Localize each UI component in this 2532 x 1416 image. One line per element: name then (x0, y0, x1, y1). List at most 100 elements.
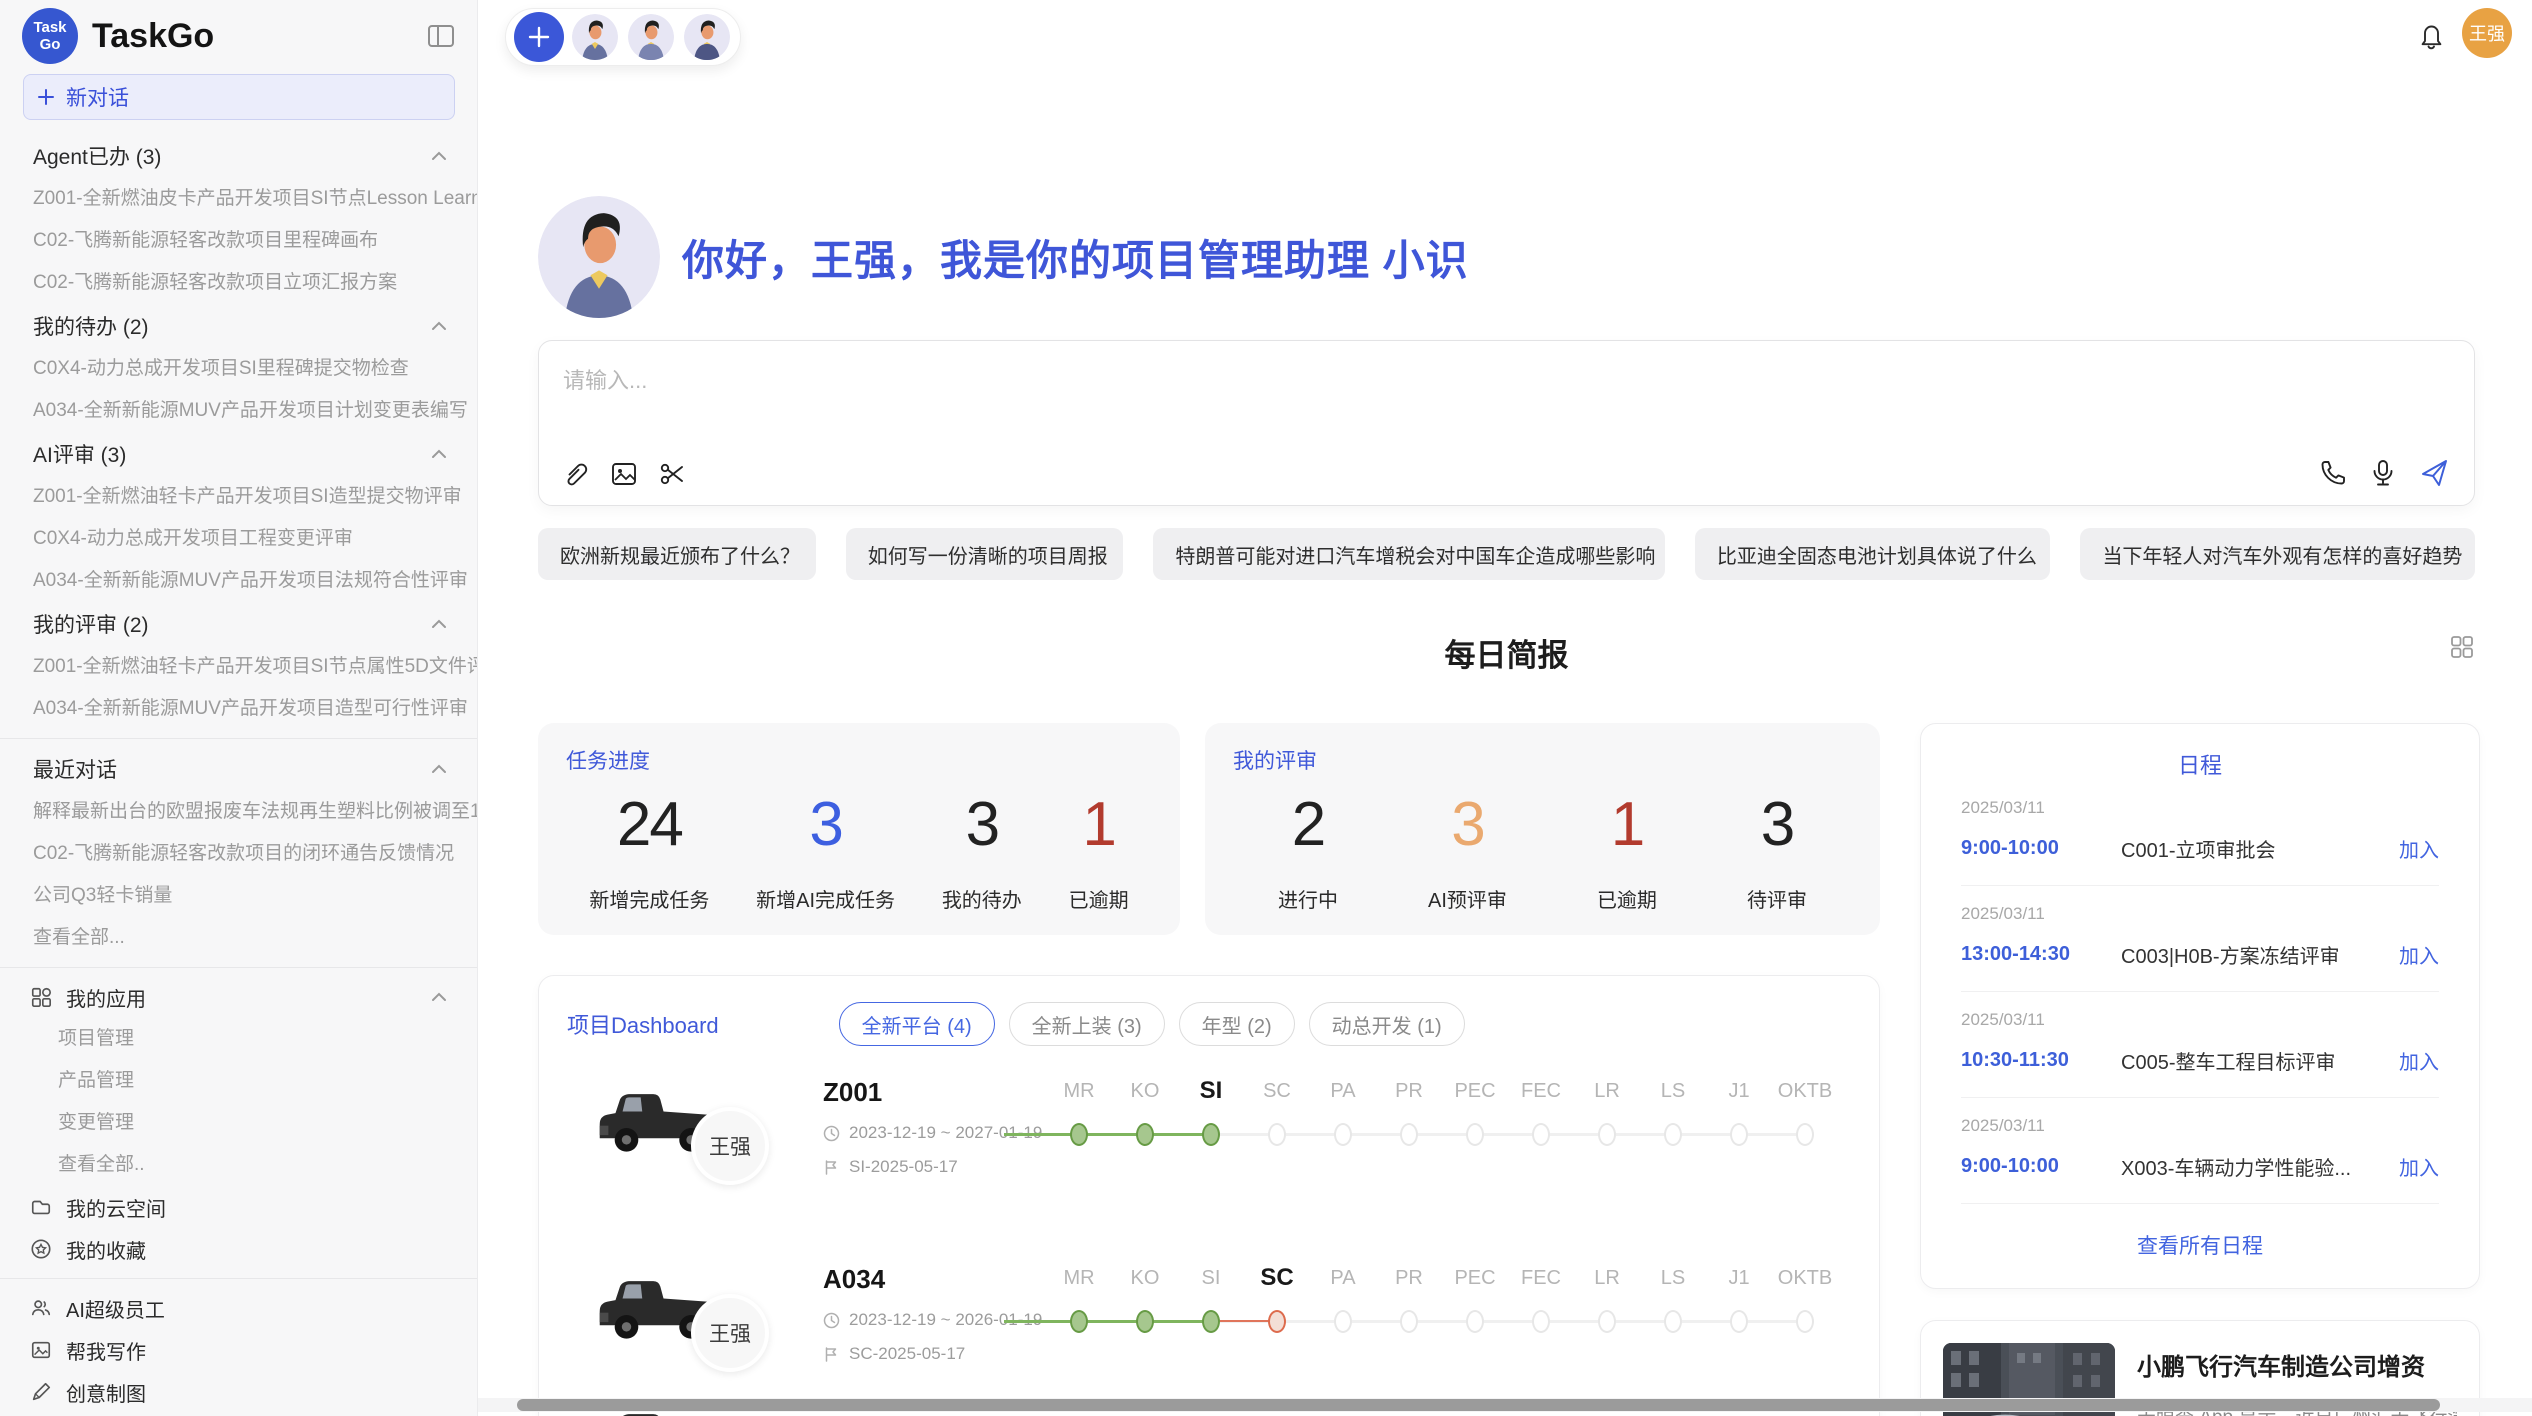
chevron-up-icon (431, 619, 447, 629)
recent-view-all[interactable]: 查看全部... (0, 917, 477, 959)
composer-tools-right (2318, 457, 2450, 489)
insert-image-button[interactable] (609, 459, 639, 489)
screenshot-button[interactable] (657, 459, 687, 489)
dashboard-tabs: 全新平台 (4) 全新上装 (3) 年型 (2) 动总开发 (1) (839, 1002, 1465, 1046)
chevron-up-icon (431, 151, 447, 161)
sidebar-section-my-todo[interactable]: 我的待办 (2) (0, 304, 477, 348)
chat-input[interactable] (563, 359, 2443, 403)
sidebar-help-me-write[interactable]: 帮我写作 (0, 1329, 477, 1371)
schedule-time: 13:00-14:30 (1961, 943, 2121, 966)
microphone-icon (2368, 458, 2398, 488)
stat-pending-review: 3 待评审 (1747, 789, 1807, 913)
sidebar-item[interactable]: A034-全新新能源MUV产品开发项目造型可行性评审 (0, 688, 477, 730)
notification-bell-button[interactable] (2416, 20, 2446, 52)
add-session-button[interactable] (514, 12, 564, 62)
sidebar-item[interactable]: A034-全新新能源MUV产品开发项目计划变更表编写 (0, 390, 477, 432)
new-chat-button[interactable]: 新对话 (23, 74, 455, 120)
schedule-date: 2025/03/11 (1961, 1010, 2439, 1030)
project-dashboard-card: 项目Dashboard 全新平台 (4) 全新上装 (3) 年型 (2) 动总开… (538, 975, 1880, 1416)
suggestion-chip[interactable]: 欧洲新规最近颁布了什么？ (538, 528, 816, 580)
cloud-drive-icon (30, 1196, 52, 1218)
image-doc-icon (30, 1339, 52, 1361)
sidebar-collapse-button[interactable] (427, 23, 455, 49)
tab-powertrain[interactable]: 动总开发 (1) (1309, 1002, 1465, 1046)
recent-chat-item[interactable]: C02-飞腾新能源轻客改款项目的闭环通告反馈情况 (0, 833, 477, 875)
sidebar-section-recent-chats[interactable]: 最近对话 (0, 747, 477, 791)
sidebar-ai-super-staff[interactable]: AI超级员工 (0, 1287, 477, 1329)
chat-composer (538, 340, 2475, 506)
stat-my-todo: 3 我的待办 (942, 789, 1022, 913)
app-item-product-mgmt[interactable]: 产品管理 (0, 1060, 477, 1102)
send-button[interactable] (2418, 457, 2450, 489)
tab-new-body[interactable]: 全新上装 (3) (1009, 1002, 1165, 1046)
tab-new-platform[interactable]: 全新平台 (4) (839, 1002, 995, 1046)
briefing-layout-button[interactable] (2449, 634, 2475, 660)
tab-model-year[interactable]: 年型 (2) (1179, 1002, 1295, 1046)
sidebar-my-cloud[interactable]: 我的云空间 (0, 1186, 477, 1228)
sidebar-header: Task Go TaskGo (0, 0, 477, 72)
clock-icon (823, 1312, 840, 1329)
suggestion-chip[interactable]: 比亚迪全固态电池计划具体说了什么 (1695, 528, 2051, 580)
flag-icon (823, 1159, 840, 1176)
session-avatar-3[interactable] (682, 12, 732, 62)
project-milestone-flag: SC-2025-05-17 (823, 1344, 965, 1364)
sidebar-item[interactable]: C0X4-动力总成开发项目工程变更评审 (0, 518, 477, 560)
user-avatar[interactable]: 王强 (2462, 8, 2512, 58)
people-icon (30, 1297, 52, 1319)
project-row-z001[interactable]: 王强 Z001 2023-12-19 ~ 2027-01-19 SI-2025-… (539, 1061, 1881, 1251)
project-milestone-flag: SI-2025-05-17 (823, 1157, 958, 1177)
task-progress-card: 任务进度 24 新增完成任务 3 新增AI完成任务 3 我的待办 1 已逾期 (538, 723, 1180, 935)
sidebar-my-apps[interactable]: 我的应用 (0, 976, 477, 1018)
assistant-avatar (538, 196, 660, 318)
milestone-dot (1466, 1310, 1484, 1333)
schedule-item: 2025/03/11 13:00-14:30 C003|H0B-方案冻结评审 加… (1961, 886, 2439, 992)
sidebar-item[interactable]: A034-全新新能源MUV产品开发项目法规符合性评审 (0, 560, 477, 602)
join-meeting-link[interactable]: 加入 (2399, 1046, 2439, 1075)
milestone-dot (1532, 1123, 1550, 1146)
news-title: 小鹏飞行汽车制造公司增资 (2137, 1347, 2457, 1382)
join-meeting-link[interactable]: 加入 (2399, 1152, 2439, 1181)
recent-chat-item[interactable]: 解释最新出台的欧盟报废车法规再生塑料比例被调至15%... (0, 791, 477, 833)
milestone-dot-overdue (1268, 1310, 1286, 1333)
session-avatar-1[interactable] (570, 12, 620, 62)
sidebar-section-ai-review[interactable]: AI评审 (3) (0, 432, 477, 476)
suggestion-chip[interactable]: 如何写一份清晰的项目周报 (846, 528, 1124, 580)
sidebar-item[interactable]: C0X4-动力总成开发项目SI里程碑提交物检查 (0, 348, 477, 390)
view-all-schedule-link[interactable]: 查看所有日程 (1961, 1230, 2439, 1260)
voice-call-button[interactable] (2318, 458, 2348, 488)
scrollbar-thumb[interactable] (517, 1399, 2440, 1411)
panel-collapse-icon (427, 23, 455, 49)
horizontal-scrollbar (478, 1398, 2532, 1412)
apps-grid-icon (30, 986, 52, 1008)
project-owner-badge: 王强 (691, 1294, 769, 1372)
sidebar-item[interactable]: Z001-全新燃油皮卡产品开发项目SI节点Lesson Learn报告 (0, 178, 477, 220)
sidebar-item[interactable]: C02-飞腾新能源轻客改款项目立项汇报方案 (0, 262, 477, 304)
schedule-item: 2025/03/11 9:00-10:00 X003-车辆动力学性能验... 加… (1961, 1098, 2439, 1204)
project-code: Z001 (823, 1077, 882, 1108)
microphone-button[interactable] (2368, 458, 2398, 488)
sidebar: Task Go TaskGo 新对话 Agent已办 (3) Z001-全新燃油… (0, 0, 478, 1416)
sidebar-item[interactable]: Z001-全新燃油轻卡产品开发项目SI节点属性5D文件评审 (0, 646, 477, 688)
schedule-title: 日程 (1961, 748, 2439, 780)
sidebar-creative-drawing[interactable]: 创意制图 (0, 1371, 477, 1413)
join-meeting-link[interactable]: 加入 (2399, 834, 2439, 863)
sidebar-item[interactable]: C02-飞腾新能源轻客改款项目里程碑画布 (0, 220, 477, 262)
recent-chat-item[interactable]: 公司Q3轻卡销量 (0, 875, 477, 917)
suggestion-chip[interactable]: 当下年轻人对汽车外观有怎样的喜好趋势 (2080, 528, 2475, 580)
divider (0, 1278, 477, 1279)
sidebar-section-agent-done[interactable]: Agent已办 (3) (0, 134, 477, 178)
session-avatar-2[interactable] (626, 12, 676, 62)
sidebar-my-favorites[interactable]: 我的收藏 (0, 1228, 477, 1270)
milestone-dot-done (1070, 1123, 1088, 1146)
join-meeting-link[interactable]: 加入 (2399, 940, 2439, 969)
milestone-dot (1730, 1310, 1748, 1333)
apps-view-all[interactable]: 查看全部.. (0, 1144, 477, 1186)
send-icon (2418, 457, 2450, 489)
app-item-project-mgmt[interactable]: 项目管理 (0, 1018, 477, 1060)
sidebar-item[interactable]: Z001-全新燃油轻卡产品开发项目SI造型提交物评审 (0, 476, 477, 518)
app-item-change-mgmt[interactable]: 变更管理 (0, 1102, 477, 1144)
schedule-date: 2025/03/11 (1961, 904, 2439, 924)
suggestion-chip[interactable]: 特朗普可能对进口汽车增税会对中国车企造成哪些影响 (1153, 528, 1664, 580)
attach-button[interactable] (561, 459, 591, 489)
sidebar-section-my-review[interactable]: 我的评审 (2) (0, 602, 477, 646)
